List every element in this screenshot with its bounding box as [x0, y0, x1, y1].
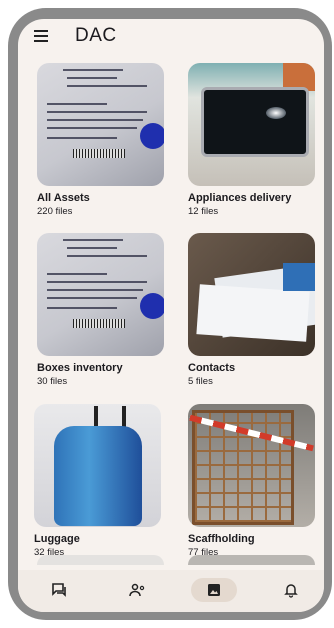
- bell-icon: [284, 584, 298, 598]
- nav-notifications[interactable]: [268, 578, 314, 602]
- album-thumbnail-partial: [188, 555, 315, 565]
- nav-people-settings[interactable]: [114, 578, 160, 602]
- album-name: Scaffholding: [188, 533, 255, 545]
- bottom-navigation-bar: [18, 570, 324, 612]
- album-thumbnail: [188, 233, 315, 356]
- app-screen: DAC All Assets 220 files Appliances deli…: [18, 19, 324, 612]
- album-name: All Assets: [37, 192, 90, 204]
- album-thumbnail: [188, 404, 315, 527]
- album-card[interactable]: Boxes inventory 30 files: [37, 233, 164, 393]
- app-title: DAC: [75, 25, 117, 46]
- album-thumbnail: [34, 404, 161, 527]
- nav-chat[interactable]: [36, 578, 82, 602]
- album-file-count: 220 files: [37, 206, 73, 217]
- album-card[interactable]: Appliances delivery 12 files: [188, 63, 315, 223]
- album-thumbnail: [37, 233, 164, 356]
- album-name: Appliances delivery: [188, 192, 292, 204]
- album-card[interactable]: Scaffholding 77 files: [188, 404, 315, 564]
- chat-icon: [52, 583, 66, 597]
- album-name: Luggage: [34, 533, 80, 545]
- album-thumbnail-partial: [37, 555, 164, 565]
- menu-icon[interactable]: [34, 29, 52, 45]
- album-name: Contacts: [188, 362, 236, 374]
- album-thumbnail: [188, 63, 315, 186]
- album-file-count: 12 files: [188, 206, 219, 217]
- gallery-icon: [208, 584, 220, 596]
- album-card[interactable]: All Assets 220 files: [37, 63, 164, 223]
- album-file-count: 5 files: [188, 376, 213, 387]
- album-name: Boxes inventory: [37, 362, 123, 374]
- people-settings-icon: [129, 583, 145, 597]
- album-file-count: 30 files: [37, 376, 68, 387]
- album-thumbnail: [37, 63, 164, 186]
- album-card[interactable]: Contacts 5 files: [188, 233, 315, 393]
- album-card[interactable]: Luggage 32 files: [34, 404, 161, 564]
- top-app-bar: DAC: [18, 19, 324, 65]
- nav-gallery[interactable]: [191, 578, 237, 602]
